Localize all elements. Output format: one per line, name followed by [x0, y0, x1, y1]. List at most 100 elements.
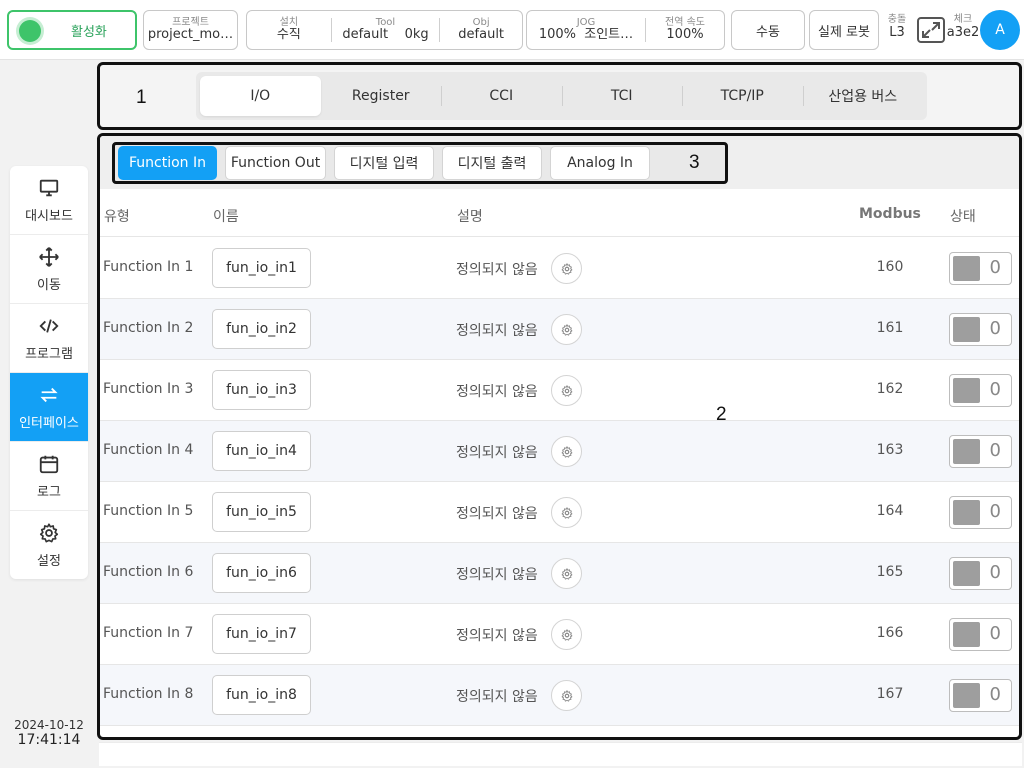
state-square — [953, 683, 980, 708]
project-selector[interactable]: 프로젝트 project_mo… — [143, 10, 238, 50]
row-gear-icon[interactable] — [551, 619, 582, 650]
header-desc: 설명 — [457, 209, 483, 225]
global-speed-value: 100% — [666, 28, 704, 43]
row-name-field[interactable]: fun_io_in1 — [212, 248, 311, 288]
row-name-field[interactable]: fun_io_in3 — [212, 370, 311, 410]
tool-selector[interactable]: Tool default 0kg — [332, 16, 440, 44]
tab-register[interactable]: Register — [321, 76, 442, 116]
row-modbus: 167 — [876, 686, 904, 702]
row-description: 정의되지 않음 — [456, 384, 538, 400]
table-row: Function In 1 fun_io_in1 정의되지 않음 160 0 — [100, 238, 1019, 299]
install-selector[interactable]: 설치 수직 — [247, 16, 331, 44]
table-row: Function In 5 fun_io_in5 정의되지 않음 164 0 — [100, 482, 1019, 543]
row-description: 정의되지 않음 — [456, 689, 538, 705]
row-name-field[interactable]: fun_io_in6 — [212, 553, 311, 593]
sidebar-item-dashboard[interactable]: 대시보드 — [10, 166, 88, 235]
sidebar: 대시보드 이동 프로그램 인터페이스 로그 설정 — [10, 166, 88, 579]
annotation-1: 1 — [136, 87, 147, 108]
manual-mode-button[interactable]: 수동 — [731, 10, 805, 50]
install-label: 설치 — [279, 16, 299, 28]
row-type: Function In 2 — [103, 320, 194, 336]
tab-io[interactable]: I/O — [200, 76, 321, 116]
current-date: 2024-10-12 — [14, 718, 84, 732]
real-robot-button[interactable]: 실제 로봇 — [809, 10, 879, 50]
row-gear-icon[interactable] — [551, 253, 582, 284]
row-type: Function In 6 — [103, 564, 194, 580]
subtab-analog-in[interactable]: Analog In — [550, 146, 650, 180]
row-modbus: 166 — [876, 625, 904, 641]
row-description: 정의되지 않음 — [456, 628, 538, 644]
row-description: 정의되지 않음 — [456, 323, 538, 339]
subtab-function-out[interactable]: Function Out — [225, 146, 326, 180]
install-value: 수직 — [276, 28, 301, 43]
sidebar-item-log[interactable]: 로그 — [10, 442, 88, 511]
checksum: 체크 a3e2 — [946, 14, 980, 40]
row-state-indicator: 0 — [949, 496, 1012, 529]
subtab-digital-output[interactable]: 디지털 출력 — [442, 146, 542, 180]
row-state-indicator: 0 — [949, 435, 1012, 468]
global-speed-selector[interactable]: 전역 속도 100% — [646, 17, 724, 43]
state-square — [953, 378, 980, 403]
row-gear-icon[interactable] — [551, 375, 582, 406]
subtab-digital-input[interactable]: 디지털 입력 — [334, 146, 434, 180]
table-row: Function In 7 fun_io_in7 정의되지 않음 166 0 — [100, 604, 1019, 665]
row-gear-icon[interactable] — [551, 497, 582, 528]
status-dot-icon — [19, 20, 41, 42]
row-modbus: 163 — [876, 442, 904, 458]
activate-button[interactable]: 활성화 — [7, 10, 137, 50]
tab-cci[interactable]: CCI — [441, 76, 562, 116]
sidebar-item-program[interactable]: 프로그램 — [10, 304, 88, 373]
row-name-field[interactable]: fun_io_in5 — [212, 492, 311, 532]
row-gear-icon[interactable] — [551, 314, 582, 345]
state-square — [953, 439, 980, 464]
row-type: Function In 1 — [103, 259, 194, 275]
row-state-value: 0 — [989, 257, 1001, 278]
sidebar-item-label: 인터페이스 — [19, 415, 79, 431]
sidebar-item-label: 로그 — [37, 484, 61, 500]
row-gear-icon[interactable] — [551, 680, 582, 711]
check-label: 체크 — [953, 14, 973, 25]
sidebar-item-label: 프로그램 — [25, 346, 73, 362]
state-square — [953, 622, 980, 647]
row-state-value: 0 — [989, 440, 1001, 461]
row-name-field[interactable]: fun_io_in2 — [212, 309, 311, 349]
obj-selector[interactable]: Obj default — [440, 16, 522, 44]
activate-label: 활성화 — [71, 25, 107, 40]
row-description: 정의되지 않음 — [456, 262, 538, 278]
header-state: 상태 — [950, 209, 976, 225]
row-type: Function In 8 — [103, 686, 194, 702]
subtab-function-in[interactable]: Function In — [118, 146, 217, 180]
row-state-indicator: 0 — [949, 679, 1012, 712]
row-gear-icon[interactable] — [551, 558, 582, 589]
annotation-2: 2 — [716, 404, 727, 425]
obj-label: Obj — [472, 16, 490, 28]
sub-tabs: Function In Function Out 디지털 입력 디지털 출력 A… — [112, 142, 728, 184]
row-description: 정의되지 않음 — [456, 567, 538, 583]
row-state-indicator: 0 — [949, 313, 1012, 346]
tab-tci[interactable]: TCI — [561, 76, 683, 116]
header-type: 유형 — [104, 209, 130, 225]
collision-value: L3 — [889, 25, 905, 40]
table-row: Function In 8 fun_io_in8 정의되지 않음 167 0 — [100, 665, 1019, 726]
collision-level[interactable]: 충돌 L3 — [883, 14, 911, 40]
expand-icon[interactable] — [917, 17, 945, 43]
check-value: a3e2 — [946, 25, 980, 40]
row-modbus: 165 — [876, 564, 904, 580]
io-content-panel: Function In Function Out 디지털 입력 디지털 출력 A… — [97, 133, 1022, 740]
row-state-value: 0 — [989, 623, 1001, 644]
row-gear-icon[interactable] — [551, 436, 582, 467]
row-type: Function In 7 — [103, 625, 194, 641]
swap-arrows-icon — [40, 387, 58, 402]
sidebar-item-move[interactable]: 이동 — [10, 235, 88, 304]
state-square — [953, 256, 980, 281]
sidebar-item-interface[interactable]: 인터페이스 — [10, 373, 88, 442]
row-name-field[interactable]: fun_io_in7 — [212, 614, 311, 654]
row-name-field[interactable]: fun_io_in8 — [212, 675, 311, 715]
table-header: 유형 이름 설명 Modbus 상태 — [100, 192, 1019, 237]
user-avatar[interactable]: A — [980, 10, 1020, 50]
jog-selector[interactable]: JOG 100% 조인트… — [527, 17, 645, 43]
row-name-field[interactable]: fun_io_in4 — [212, 431, 311, 471]
sidebar-item-settings[interactable]: 설정 — [10, 511, 88, 579]
tab-industrial-bus[interactable]: 산업용 버스 — [802, 76, 924, 116]
tab-tcp-ip[interactable]: TCP/IP — [682, 76, 803, 116]
